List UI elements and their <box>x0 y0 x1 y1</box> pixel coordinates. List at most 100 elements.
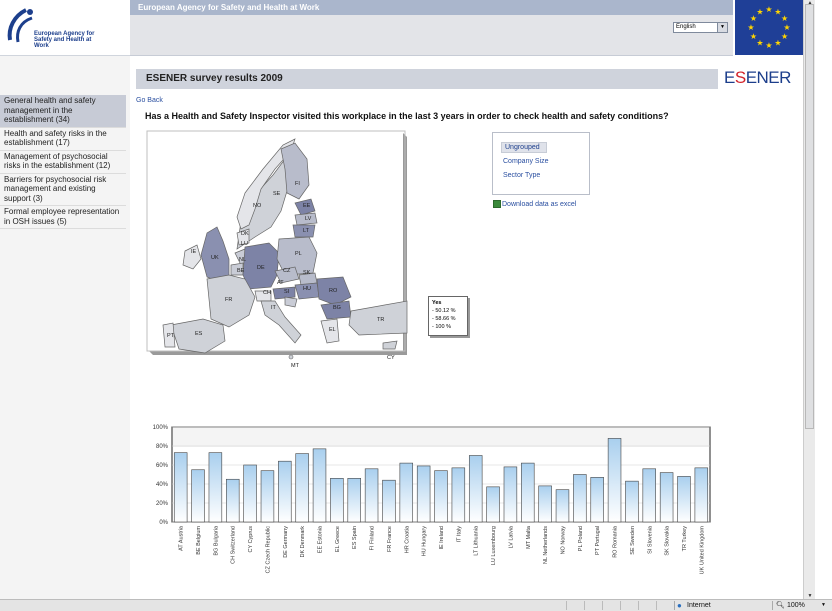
bar[interactable] <box>312 448 327 523</box>
x-tick-label: LT Lithuania <box>474 525 480 556</box>
osha-logo-icon <box>7 8 33 43</box>
x-tick-label: ES Spain <box>352 526 358 549</box>
country-label-ch: CH <box>263 290 271 296</box>
flag-star-icon: ★ <box>756 7 763 16</box>
country-label-cy: CY <box>387 355 395 361</box>
bar[interactable] <box>399 462 414 523</box>
country-label-es: ES <box>195 331 203 337</box>
bar[interactable] <box>416 465 431 523</box>
country-label-lv: LV <box>305 216 312 222</box>
bar[interactable] <box>191 469 205 523</box>
country-label-ie: IE <box>191 249 197 255</box>
y-tick-label: 20% <box>156 501 169 507</box>
x-tick-label: RO Romania <box>613 525 619 558</box>
bar[interactable] <box>243 464 257 523</box>
bar[interactable] <box>538 485 552 523</box>
section-title: ESENER survey results 2009 <box>146 73 283 84</box>
bar[interactable] <box>694 467 709 523</box>
bar[interactable] <box>521 462 535 523</box>
country-label-tr: TR <box>377 317 384 323</box>
map-canvas: FI SE NO EE LV LT DK IE UK LU NL BE DE PL CZ SK HU RO ATSI… <box>146 130 408 369</box>
flag-star-icon: ★ <box>774 39 781 48</box>
bar[interactable] <box>260 470 275 523</box>
bar[interactable] <box>659 472 674 523</box>
bar[interactable] <box>468 455 483 523</box>
x-tick-label: BE Belgium <box>196 526 202 555</box>
grouping-options: Ungrouped Company Size Sector Type <box>492 132 590 195</box>
bar[interactable] <box>226 478 240 523</box>
bar[interactable] <box>573 474 587 523</box>
europe-map[interactable]: FI SE NO EE LV LT DK IE UK LU NL BE DE PL CZ SK HU RO AT SI… <box>145 129 475 369</box>
bar[interactable] <box>486 486 500 523</box>
language-value: English <box>676 24 696 30</box>
bar[interactable] <box>677 476 691 523</box>
legend-item: - 58.66 % <box>432 316 456 322</box>
flag-star-icon: ★ <box>765 41 772 50</box>
flag-star-icon: ★ <box>783 23 790 32</box>
bar[interactable] <box>295 453 309 523</box>
y-tick-label: 60% <box>156 463 169 469</box>
bar[interactable] <box>607 438 622 523</box>
bar[interactable] <box>278 460 292 523</box>
download-excel-link[interactable]: Download data as excel <box>493 200 576 208</box>
bar[interactable] <box>451 467 466 523</box>
language-select[interactable]: English ▼ <box>673 22 728 33</box>
excel-icon <box>493 200 501 208</box>
vertical-scrollbar[interactable]: ▲ ▼ <box>803 0 815 599</box>
zoom-control[interactable]: 🔍︎ 100% ▼ <box>772 601 832 610</box>
sidebar-item-psychosocial-risks[interactable]: Management of psychosocial risks in the … <box>0 151 126 174</box>
group-option-company-size[interactable]: Company Size <box>503 156 589 170</box>
sidebar-item-general-health[interactable]: General health and safety management in … <box>0 95 126 128</box>
scroll-thumb[interactable] <box>805 4 814 429</box>
legend-title: Yes <box>432 300 442 306</box>
sidebar-item-barriers[interactable]: Barriers for psychosocial risk managemen… <box>0 174 126 206</box>
agency-logo[interactable]: European Agency for Safety and Health at… <box>0 0 130 56</box>
flag-star-icon: ★ <box>765 5 772 14</box>
x-tick-label: EL Greece <box>335 526 341 552</box>
bar[interactable] <box>364 468 379 523</box>
bar[interactable] <box>590 477 604 523</box>
sidebar-item-employee-representation[interactable]: Formal employee representation in OSH is… <box>0 206 126 229</box>
zoom-level: 100% <box>787 602 805 609</box>
bar[interactable] <box>173 452 188 523</box>
x-tick-label: BG Bulgaria <box>213 525 219 556</box>
bar[interactable] <box>330 477 344 523</box>
agency-bar: European Agency for Safety and Health at… <box>130 0 733 15</box>
x-tick-label: SI Slovenia <box>647 525 653 554</box>
sidebar-item-health-risks[interactable]: Health and safety risks in the establish… <box>0 128 126 151</box>
bar[interactable] <box>382 479 396 523</box>
country-label-nl: NL <box>239 257 246 263</box>
x-tick-label: EE Estonia <box>318 525 324 553</box>
country-label-bg: BG <box>333 305 341 311</box>
bar[interactable] <box>503 466 518 523</box>
go-back-link[interactable]: Go Back <box>136 97 163 104</box>
bar[interactable] <box>347 477 361 523</box>
bar[interactable] <box>434 470 448 523</box>
bar[interactable] <box>642 468 656 523</box>
x-tick-label: HU Hungary <box>422 526 428 557</box>
agency-title: European Agency for Safety and Health at… <box>138 3 320 12</box>
country-label-hu: HU <box>303 286 311 292</box>
question-title: Has a Health and Safety Inspector visite… <box>145 111 669 121</box>
country-label-fr: FR <box>225 297 232 303</box>
bar-chart: 0% 20% 40% 60% 80% 100% AT Austria BE Belgium BG… <box>136 419 726 599</box>
group-option-sector-type[interactable]: Sector Type <box>503 170 589 184</box>
y-tick-label: 40% <box>156 482 169 488</box>
country-label-sk: SK <box>303 270 311 276</box>
bar[interactable] <box>625 480 639 523</box>
country-label-dk: DK <box>241 231 249 237</box>
group-option-ungrouped[interactable]: Ungrouped <box>501 142 547 153</box>
x-tick-label: FI Finland <box>370 526 376 550</box>
sidebar: General health and safety management in … <box>0 56 130 599</box>
country-label-at: AT <box>277 280 284 286</box>
legend-item: - 50.12 % <box>432 308 456 314</box>
x-tick-label: CY Cyprus <box>248 526 254 553</box>
logo-text: European Agency for Safety and Health at… <box>34 31 95 49</box>
bar[interactable] <box>208 452 223 523</box>
x-tick-label: PT Portugal <box>595 526 601 555</box>
bar[interactable] <box>555 489 570 523</box>
flag-star-icon: ★ <box>747 23 754 32</box>
section-header: ESENER survey results 2009 <box>136 69 718 89</box>
country-label-se: SE <box>273 191 281 197</box>
chevron-down-icon[interactable]: ▼ <box>821 601 826 610</box>
